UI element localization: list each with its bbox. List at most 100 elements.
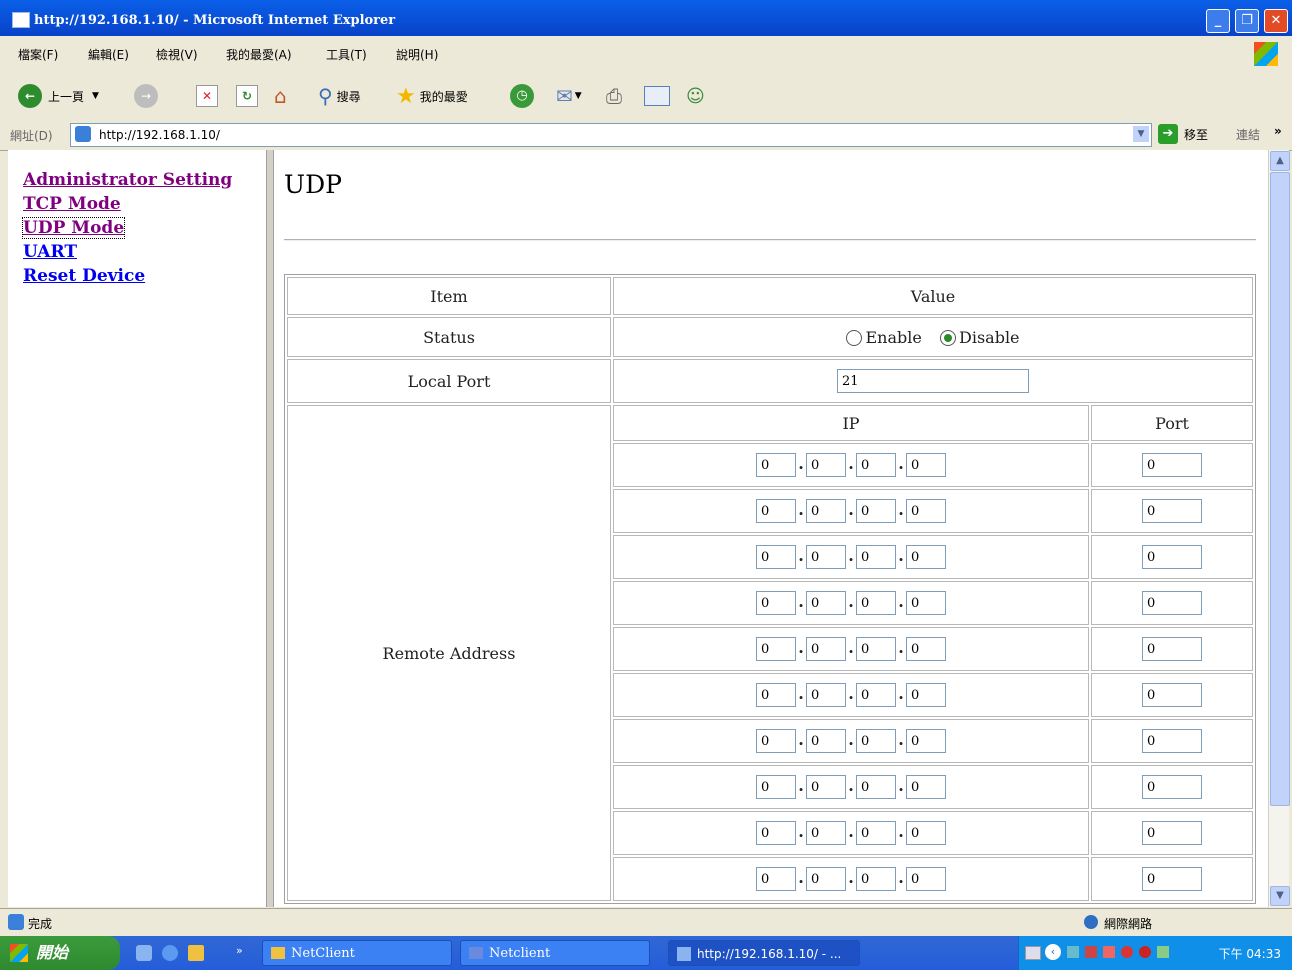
antivirus-icon[interactable]: [1103, 946, 1115, 958]
remote-ip-octet-input[interactable]: [756, 545, 796, 569]
go-button[interactable]: 移至: [1184, 126, 1208, 143]
remote-ip-octet-input[interactable]: [906, 821, 946, 845]
remote-ip-octet-input[interactable]: [806, 821, 846, 845]
alert-icon[interactable]: [1121, 946, 1133, 958]
remote-ip-octet-input[interactable]: [806, 637, 846, 661]
remote-port-input[interactable]: [1142, 821, 1202, 845]
remote-ip-octet-input[interactable]: [856, 821, 896, 845]
disable-radio[interactable]: [940, 330, 956, 346]
remote-ip-octet-input[interactable]: [906, 545, 946, 569]
menu-file[interactable]: 檔案(F): [18, 46, 58, 63]
menu-favorites[interactable]: 我的最愛(A): [226, 46, 292, 63]
remote-ip-octet-input[interactable]: [806, 775, 846, 799]
remote-ip-octet-input[interactable]: [856, 591, 896, 615]
forward-button[interactable]: →: [134, 82, 158, 110]
remote-ip-octet-input[interactable]: [806, 499, 846, 523]
security-icon[interactable]: [1085, 946, 1097, 958]
remote-port-input[interactable]: [1142, 591, 1202, 615]
remote-ip-octet-input[interactable]: [856, 453, 896, 477]
remote-ip-octet-input[interactable]: [856, 499, 896, 523]
remote-port-input[interactable]: [1142, 499, 1202, 523]
menu-tools[interactable]: 工具(T): [326, 46, 367, 63]
nav-reset-device[interactable]: Reset Device: [23, 266, 145, 286]
remote-ip-octet-input[interactable]: [756, 867, 796, 891]
task-ie-window[interactable]: http://192.168.1.10/ - ...: [668, 940, 860, 966]
links-button[interactable]: 連結: [1236, 126, 1260, 143]
address-dropdown-icon[interactable]: ▼: [1133, 126, 1149, 142]
favorites-button[interactable]: ★ 我的最愛: [396, 82, 468, 110]
remote-ip-octet-input[interactable]: [856, 683, 896, 707]
quicklaunch-ie-icon[interactable]: [162, 945, 178, 961]
refresh-button[interactable]: ↻: [236, 82, 258, 110]
remote-ip-octet-input[interactable]: [756, 591, 796, 615]
remote-port-input[interactable]: [1142, 867, 1202, 891]
remote-ip-octet-input[interactable]: [906, 591, 946, 615]
remote-ip-octet-input[interactable]: [806, 867, 846, 891]
shield-icon[interactable]: [1139, 946, 1151, 958]
maximize-button[interactable]: ❐: [1235, 9, 1259, 33]
remote-ip-octet-input[interactable]: [756, 775, 796, 799]
menu-help[interactable]: 說明(H): [396, 46, 438, 63]
remote-ip-octet-input[interactable]: [906, 637, 946, 661]
menu-edit[interactable]: 編輯(E): [88, 46, 129, 63]
remote-ip-octet-input[interactable]: [806, 683, 846, 707]
remote-port-input[interactable]: [1142, 775, 1202, 799]
remote-ip-octet-input[interactable]: [856, 729, 896, 753]
nav-uart[interactable]: UART: [23, 242, 77, 262]
remote-ip-octet-input[interactable]: [806, 453, 846, 477]
nav-udp-mode[interactable]: UDP Mode: [21, 217, 126, 239]
remote-ip-octet-input[interactable]: [856, 775, 896, 799]
enable-radio[interactable]: [846, 330, 863, 346]
vertical-scrollbar[interactable]: ▲ ▼: [1268, 150, 1290, 907]
remote-ip-octet-input[interactable]: [856, 637, 896, 661]
address-input[interactable]: http://192.168.1.10/ ▼: [70, 123, 1152, 147]
menu-view[interactable]: 檢視(V): [156, 46, 198, 63]
remote-port-input[interactable]: [1142, 453, 1202, 477]
remote-ip-octet-input[interactable]: [756, 499, 796, 523]
remote-ip-octet-input[interactable]: [856, 545, 896, 569]
minimize-button[interactable]: _: [1206, 9, 1230, 33]
remote-ip-octet-input[interactable]: [756, 729, 796, 753]
tray-expand-icon[interactable]: ‹: [1045, 944, 1061, 960]
start-button[interactable]: 開始: [0, 936, 120, 970]
remote-ip-octet-input[interactable]: [806, 591, 846, 615]
task-netclient-folder[interactable]: NetClient: [262, 940, 452, 966]
remote-ip-octet-input[interactable]: [906, 453, 946, 477]
scroll-down-icon[interactable]: ▼: [1270, 886, 1290, 906]
history-button[interactable]: ◷: [510, 82, 534, 110]
quicklaunch-desktop-icon[interactable]: [136, 945, 152, 961]
stop-button[interactable]: ✕: [196, 82, 218, 110]
remote-ip-octet-input[interactable]: [756, 683, 796, 707]
search-button[interactable]: ⚲ 搜尋: [318, 82, 361, 110]
scroll-thumb[interactable]: [1270, 172, 1290, 806]
remote-port-input[interactable]: [1142, 637, 1202, 661]
quicklaunch-more-icon[interactable]: »: [236, 944, 243, 957]
quicklaunch-folder-icon[interactable]: [188, 945, 204, 961]
go-arrow-icon[interactable]: ➔: [1158, 124, 1178, 144]
remote-ip-octet-input[interactable]: [806, 545, 846, 569]
remote-ip-octet-input[interactable]: [756, 453, 796, 477]
edit-button[interactable]: [644, 82, 670, 110]
remote-port-input[interactable]: [1142, 683, 1202, 707]
nav-tcp-mode[interactable]: TCP Mode: [23, 194, 121, 214]
home-button[interactable]: ⌂: [274, 82, 298, 110]
remote-ip-octet-input[interactable]: [906, 775, 946, 799]
remote-ip-octet-input[interactable]: [906, 867, 946, 891]
remote-port-input[interactable]: [1142, 545, 1202, 569]
print-button[interactable]: ⎙: [606, 82, 622, 110]
mail-button[interactable]: ✉ ▼: [556, 82, 582, 110]
remote-ip-octet-input[interactable]: [806, 729, 846, 753]
keyboard-icon[interactable]: [1025, 946, 1041, 960]
chevron-right-icon[interactable]: »: [1274, 124, 1282, 138]
remote-ip-octet-input[interactable]: [756, 637, 796, 661]
remote-ip-octet-input[interactable]: [756, 821, 796, 845]
remote-ip-octet-input[interactable]: [906, 729, 946, 753]
remote-port-input[interactable]: [1142, 729, 1202, 753]
back-button[interactable]: ← 上一頁 ▼: [18, 82, 99, 110]
local-port-input[interactable]: [837, 369, 1029, 393]
scroll-up-icon[interactable]: ▲: [1270, 151, 1290, 171]
nav-administrator-setting[interactable]: Administrator Setting: [23, 170, 232, 190]
remote-ip-octet-input[interactable]: [906, 683, 946, 707]
update-icon[interactable]: [1157, 946, 1169, 958]
remote-ip-octet-input[interactable]: [856, 867, 896, 891]
